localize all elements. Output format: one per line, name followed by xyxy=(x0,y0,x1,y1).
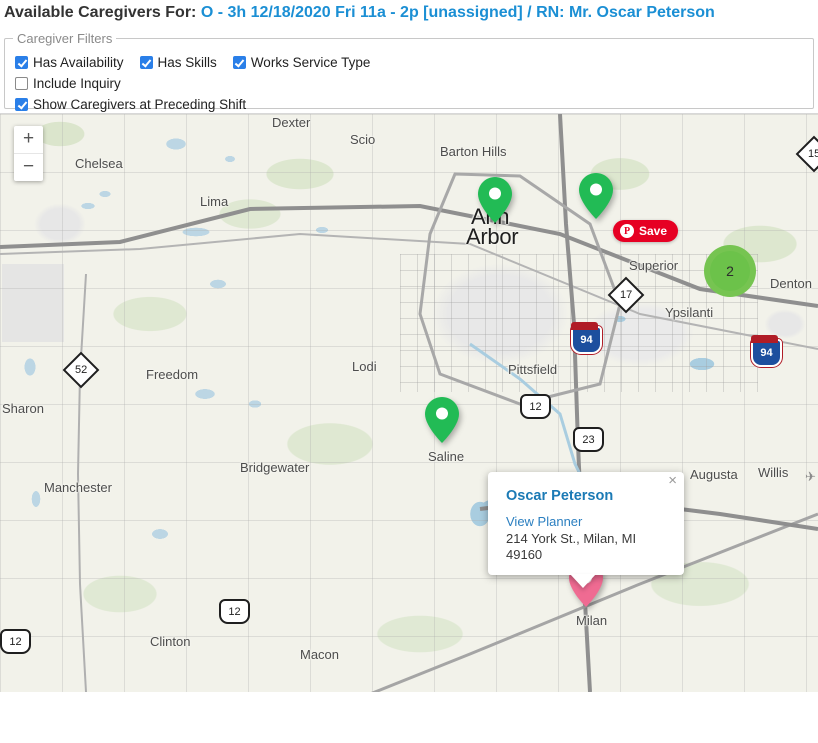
caregiver-marker-ann-arbor[interactable] xyxy=(478,177,512,223)
airport-icon-detroit: ✈ xyxy=(805,469,816,484)
filter-row-3: Show Caregivers at Preceding Shift xyxy=(13,94,805,115)
page-title-static: Available Caregivers For: xyxy=(4,4,197,21)
filter-include-inquiry[interactable]: Include Inquiry xyxy=(13,76,121,91)
filter-row-2: Include Inquiry xyxy=(13,73,805,94)
checkbox-has-availability[interactable] xyxy=(15,56,28,69)
caregiver-marker-saline[interactable] xyxy=(425,397,459,443)
infowindow-address: 214 York St., Milan, MI 49160 xyxy=(506,531,637,562)
caregiver-filters-fieldset: Caregiver Filters Has Availability Has S… xyxy=(4,31,814,112)
view-planner-link[interactable]: View Planner xyxy=(506,514,668,529)
checkbox-has-skills[interactable] xyxy=(139,56,153,69)
close-icon[interactable]: × xyxy=(668,473,677,488)
pinterest-icon: P xyxy=(620,224,634,238)
filter-label-has-skills[interactable]: Has Skills xyxy=(158,55,217,70)
zoom-out-button[interactable]: − xyxy=(14,154,43,181)
caregiver-infowindow[interactable]: × Oscar Peterson View Planner 214 York S… xyxy=(488,472,684,575)
map-highways xyxy=(0,114,818,692)
filter-works-service-type[interactable]: Works Service Type xyxy=(231,55,371,70)
filter-label-works-service-type[interactable]: Works Service Type xyxy=(251,55,371,70)
zoom-in-button[interactable]: + xyxy=(14,126,43,154)
map-pin-icon xyxy=(425,397,459,443)
marker-cluster[interactable]: 2 xyxy=(704,245,756,297)
filter-label-show-preceding-shift[interactable]: Show Caregivers at Preceding Shift xyxy=(33,97,246,112)
infowindow-title: Oscar Peterson xyxy=(506,488,614,504)
pinterest-save-label: Save xyxy=(639,224,668,238)
map-pin-icon xyxy=(579,173,613,219)
checkbox-include-inquiry[interactable] xyxy=(15,77,28,90)
map-attribution xyxy=(6,686,9,692)
caregiver-marker-north-ann-arbor[interactable] xyxy=(579,173,613,219)
filter-has-skills[interactable]: Has Skills xyxy=(138,55,217,70)
map-pin-icon xyxy=(478,177,512,223)
pinterest-save-button[interactable]: P Save xyxy=(613,220,679,242)
caregiver-map[interactable]: + − ✈ ✈ DexterScioBarton HillsChelseaLim… xyxy=(0,113,818,692)
filter-row-1: Has Availability Has Skills Works Servic… xyxy=(13,52,805,73)
caregiver-filters-legend: Caregiver Filters xyxy=(17,31,113,46)
map-zoom-control[interactable]: + − xyxy=(14,126,43,181)
filter-has-availability[interactable]: Has Availability xyxy=(13,55,124,70)
filter-label-include-inquiry[interactable]: Include Inquiry xyxy=(33,76,121,91)
page-title: Available Caregivers For: O - 3h 12/18/2… xyxy=(0,0,818,28)
checkbox-show-preceding-shift[interactable] xyxy=(15,98,28,111)
checkbox-works-service-type[interactable] xyxy=(232,56,246,69)
filter-label-has-availability[interactable]: Has Availability xyxy=(33,55,124,70)
page-title-shift-link[interactable]: O - 3h 12/18/2020 Fri 11a - 2p [unassign… xyxy=(201,4,715,21)
filter-show-preceding-shift[interactable]: Show Caregivers at Preceding Shift xyxy=(13,97,246,112)
